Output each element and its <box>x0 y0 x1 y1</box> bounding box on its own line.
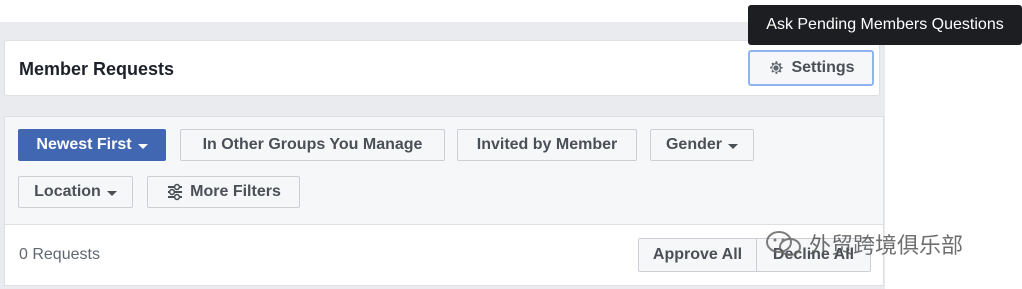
page-title: Member Requests <box>19 59 175 79</box>
member-requests-header: Member Requests Settings <box>4 40 880 96</box>
approve-all-button[interactable]: Approve All <box>638 238 757 272</box>
filter-other-groups-button[interactable]: In Other Groups You Manage <box>180 129 445 161</box>
filter-panel: Newest First In Other Groups You Manage … <box>4 116 884 224</box>
sliders-icon <box>168 183 183 201</box>
wechat-logo-icon <box>766 231 801 256</box>
settings-label: Settings <box>791 59 855 76</box>
filter-location-label: Location <box>34 183 101 200</box>
sort-label: Newest First <box>36 136 132 153</box>
approve-all-label: Approve All <box>652 246 743 263</box>
watermark: 外贸跨境俱乐部 <box>765 228 963 260</box>
filter-invited-by-member-button[interactable]: Invited by Member <box>457 129 637 161</box>
filter-invited-label: Invited by Member <box>476 136 618 153</box>
filter-location-dropdown[interactable]: Location <box>18 176 133 208</box>
more-filters-button[interactable]: More Filters <box>147 176 300 208</box>
gear-icon <box>770 61 784 74</box>
watermark-text: 外贸跨境俱乐部 <box>809 233 964 258</box>
caret-down-icon <box>137 143 148 149</box>
filter-gender-dropdown[interactable]: Gender <box>650 129 754 161</box>
filter-gender-label: Gender <box>665 136 722 153</box>
filter-other-groups-label: In Other Groups You Manage <box>202 136 423 153</box>
request-count: 0 Requests <box>19 246 100 263</box>
caret-down-icon <box>728 143 738 149</box>
settings-tooltip: Ask Pending Members Questions <box>748 5 1022 45</box>
more-filters-label: More Filters <box>190 183 281 200</box>
results-bar: 0 Requests Approve All Decline All <box>4 224 884 286</box>
sort-newest-first-dropdown[interactable]: Newest First <box>18 129 166 161</box>
settings-button[interactable]: Settings <box>748 50 874 86</box>
caret-down-icon <box>106 190 117 196</box>
